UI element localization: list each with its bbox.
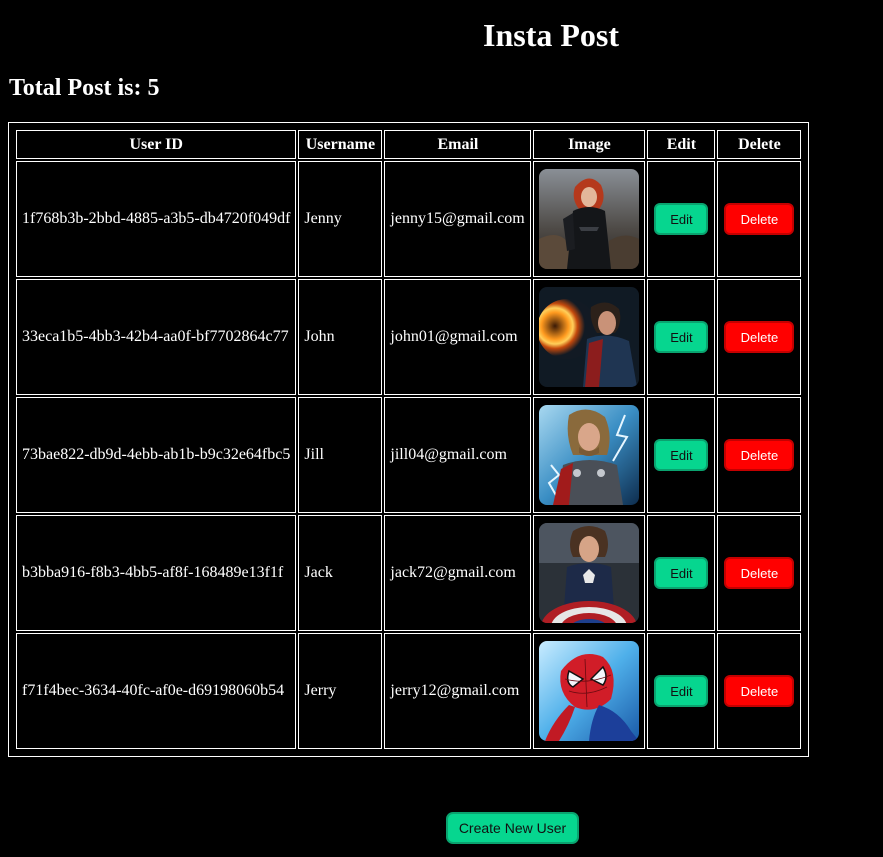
edit-cell: Edit [647,279,716,395]
table-row: 73bae822-db9d-4ebb-ab1b-b9c32e64fbc5 Jil… [16,397,802,513]
edit-button[interactable]: Edit [654,321,709,353]
posts-table: User ID Username Email Image Edit Delete… [8,122,810,757]
column-header-image: Image [533,130,646,159]
edit-cell: Edit [647,633,716,749]
delete-cell: Delete [717,161,802,277]
delete-button[interactable]: Delete [724,557,795,589]
black-widow-poster-image [539,169,640,269]
column-header-edit: Edit [647,130,716,159]
image-cell [533,515,646,631]
table-row: f71f4bec-3634-40fc-af0e-d69198060b54 Jer… [16,633,802,749]
spider-man-poster-image [539,641,640,741]
user-id-cell: 1f768b3b-2bbd-4885-a3b5-db4720f049df [16,161,297,277]
edit-cell: Edit [647,515,716,631]
username-cell: John [298,279,383,395]
delete-button[interactable]: Delete [724,675,795,707]
create-new-user-button[interactable]: Create New User [446,812,579,844]
table-row: b3bba916-f8b3-4bb5-af8f-168489e13f1f Jac… [16,515,802,631]
user-id-cell: 73bae822-db9d-4ebb-ab1b-b9c32e64fbc5 [16,397,297,513]
username-cell: Jenny [298,161,383,277]
username-cell: Jerry [298,633,383,749]
column-header-delete: Delete [717,130,802,159]
email-cell: jerry12@gmail.com [384,633,532,749]
delete-button[interactable]: Delete [724,439,795,471]
table-header-row: User ID Username Email Image Edit Delete [16,130,802,159]
column-header-email: Email [384,130,532,159]
delete-cell: Delete [717,515,802,631]
thor-poster-image [539,405,640,505]
edit-button[interactable]: Edit [654,557,709,589]
table-row: 1f768b3b-2bbd-4885-a3b5-db4720f049df Jen… [16,161,802,277]
edit-button[interactable]: Edit [654,439,709,471]
email-cell: john01@gmail.com [384,279,532,395]
email-cell: jenny15@gmail.com [384,161,532,277]
username-cell: Jack [298,515,383,631]
image-cell [533,633,646,749]
image-cell [533,279,646,395]
delete-cell: Delete [717,279,802,395]
captain-america-poster-image [539,523,640,623]
edit-cell: Edit [647,161,716,277]
delete-cell: Delete [717,633,802,749]
image-cell [533,397,646,513]
delete-button[interactable]: Delete [724,203,795,235]
column-header-user-id: User ID [16,130,297,159]
delete-button[interactable]: Delete [724,321,795,353]
edit-button[interactable]: Edit [654,203,709,235]
doctor-strange-poster-image [539,287,640,387]
email-cell: jack72@gmail.com [384,515,532,631]
total-post-count: Total Post is: 5 [9,75,160,101]
edit-button[interactable]: Edit [654,675,709,707]
image-cell [533,161,646,277]
user-id-cell: f71f4bec-3634-40fc-af0e-d69198060b54 [16,633,297,749]
username-cell: Jill [298,397,383,513]
user-id-cell: b3bba916-f8b3-4bb5-af8f-168489e13f1f [16,515,297,631]
edit-cell: Edit [647,397,716,513]
insta-post-page: Insta Post Total Post is: 5 User ID User… [0,0,883,857]
delete-cell: Delete [717,397,802,513]
column-header-username: Username [298,130,383,159]
table-row: 33eca1b5-4bb3-42b4-aa0f-bf7702864c77 Joh… [16,279,802,395]
user-id-cell: 33eca1b5-4bb3-42b4-aa0f-bf7702864c77 [16,279,297,395]
page-title: Insta Post [482,17,619,53]
email-cell: jill04@gmail.com [384,397,532,513]
